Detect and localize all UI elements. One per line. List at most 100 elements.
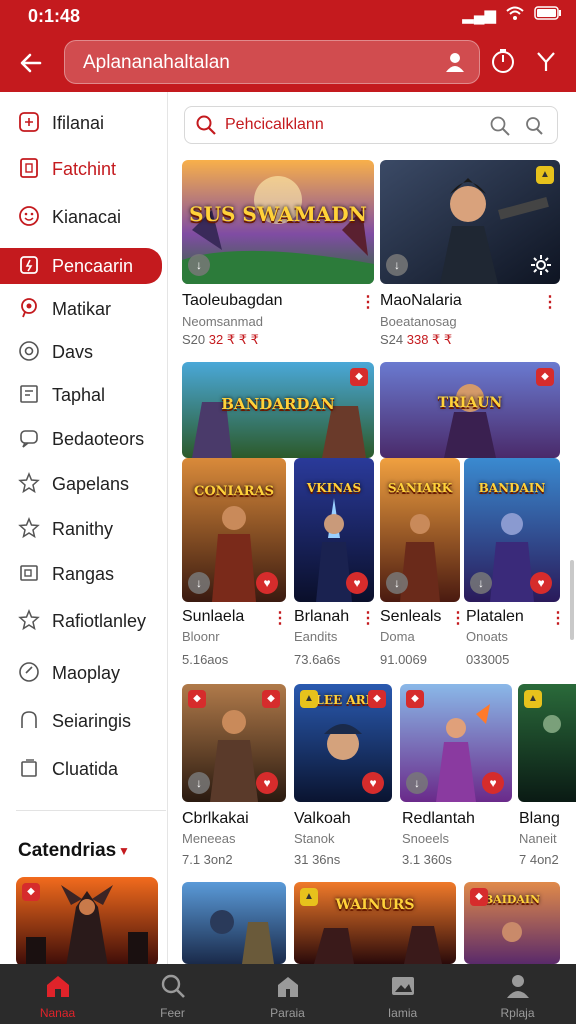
game-banner[interactable]: TRIAUN ◆: [380, 362, 560, 458]
sidebar-item-label: Gapelans: [52, 474, 130, 494]
nav-library[interactable]: Paraia: [230, 964, 345, 1024]
sidebar-item-8[interactable]: Gapelans: [0, 466, 168, 502]
game-title-art: WAINURS: [335, 896, 415, 913]
game-title[interactable]: Sunlaela: [182, 608, 244, 626]
game-card[interactable]: ◆ ◆ ↓ ♥: [182, 684, 286, 802]
game-card[interactable]: SANIARK ↓: [380, 458, 460, 602]
play-icon[interactable]: ↓: [188, 772, 210, 794]
status-time: 0:1:48: [28, 6, 81, 26]
home-icon: [44, 972, 72, 1000]
game-title[interactable]: MaoNalaria: [380, 292, 462, 310]
game-card[interactable]: ▲ ↓: [380, 160, 560, 284]
user-icon[interactable]: [443, 50, 467, 74]
game-title[interactable]: Senleals: [380, 608, 441, 626]
game-price: 033005: [466, 652, 510, 667]
nav-profile[interactable]: Rplaja: [460, 964, 575, 1024]
game-title[interactable]: Platalen: [466, 608, 524, 626]
nav-label: Iamia: [387, 1006, 418, 1020]
heart-icon[interactable]: ♥: [530, 572, 552, 594]
sidebar-item-14[interactable]: Cluatida: [0, 751, 168, 787]
filter-icon[interactable]: [532, 47, 562, 77]
sidebar-item-1[interactable]: Fatchint: [0, 151, 168, 187]
game-title[interactable]: Brlanah: [294, 608, 349, 626]
sidebar-item-3[interactable]: Pencaarin: [0, 248, 162, 284]
heart-icon[interactable]: ♥: [256, 772, 278, 794]
more-icon[interactable]: ⋮: [550, 608, 566, 628]
game-title-art: TRIAUN: [437, 394, 503, 411]
game-title[interactable]: Cbrlkakai: [182, 810, 249, 828]
timer-icon[interactable]: [489, 47, 519, 77]
sidebar-item-0[interactable]: Ifilanai: [0, 105, 168, 141]
game-card[interactable]: ▲: [518, 684, 576, 802]
game-price: 31 36ns: [294, 852, 341, 867]
more-icon[interactable]: ⋮: [272, 608, 288, 628]
game-price: 7 4on2: [519, 852, 559, 867]
profile-search-icon[interactable]: [523, 115, 545, 137]
nav-label: Rplaja: [500, 1006, 535, 1020]
sidebar-item-label: Fatchint: [52, 159, 117, 179]
game-banner[interactable]: BANDARDAN ◆: [182, 362, 374, 458]
nav-media[interactable]: Iamia: [345, 964, 460, 1024]
game-title[interactable]: Valkoah: [294, 810, 351, 828]
game-title[interactable]: Blang: [519, 810, 560, 828]
image-icon: [389, 972, 417, 1000]
sidebar-item-10[interactable]: Rangas: [0, 556, 168, 592]
box-icon: [18, 562, 42, 586]
heart-icon[interactable]: ♥: [346, 572, 368, 594]
more-icon[interactable]: ⋮: [542, 292, 558, 312]
scrollbar[interactable]: [570, 560, 574, 640]
nav-home[interactable]: Nanaa: [0, 964, 115, 1024]
more-icon[interactable]: ⋮: [360, 608, 376, 628]
play-icon[interactable]: ↓: [188, 254, 210, 276]
sidebar-item-2[interactable]: Kianacai: [0, 199, 168, 235]
sidebar-item-5[interactable]: Davs: [0, 334, 168, 370]
game-card[interactable]: CONIARAS ↓ ♥: [182, 458, 286, 602]
sidebar-item-6[interactable]: Taphal: [0, 377, 168, 413]
game-card[interactable]: ◆ ↓ ♥: [400, 684, 512, 802]
play-icon[interactable]: ↓: [386, 254, 408, 276]
sidebar-item-13[interactable]: Seiaringis: [0, 703, 168, 739]
game-card[interactable]: SUS SWAMADN ↓: [182, 160, 374, 284]
game-card[interactable]: [182, 882, 286, 964]
sidebar-item-7[interactable]: Bedaoteors: [0, 421, 168, 457]
house-icon: [274, 972, 302, 1000]
game-card[interactable]: VKINAS ♥: [294, 458, 374, 602]
game-title-art: BANDARDAN: [221, 394, 335, 413]
more-icon[interactable]: ⋮: [360, 292, 376, 312]
app-search-field[interactable]: Aplananahaltalan: [64, 40, 480, 84]
sidebar-item-9[interactable]: Ranithy: [0, 511, 168, 547]
tag-icon: [18, 111, 42, 135]
game-card[interactable]: BAIDAIN ◆: [464, 882, 560, 964]
heart-icon[interactable]: ♥: [482, 772, 504, 794]
play-icon[interactable]: ↓: [406, 772, 428, 794]
face-icon: [18, 205, 42, 229]
nav-search[interactable]: Feer: [115, 964, 230, 1024]
sidebar-item-12[interactable]: Maoplay: [0, 655, 168, 691]
badge-icon: ◆: [262, 690, 280, 708]
sidebar-item-4[interactable]: Matikar: [0, 291, 168, 327]
heart-icon[interactable]: ♥: [362, 772, 384, 794]
game-title[interactable]: Taoleubagdan: [182, 292, 283, 310]
chevron-down-icon[interactable]: ▼: [118, 844, 130, 858]
game-title[interactable]: Redlantah: [402, 810, 475, 828]
check-icon: [18, 661, 42, 685]
back-arrow-icon[interactable]: [14, 46, 48, 80]
category-thumbnail[interactable]: ◆: [16, 877, 158, 967]
gear-icon[interactable]: [530, 254, 552, 276]
sidebar-item-11[interactable]: Rafiotlanley: [0, 603, 168, 639]
game-card[interactable]: ALEE ARIS ▲ ◆ ♥: [294, 684, 392, 802]
search-icon[interactable]: [489, 115, 511, 137]
heart-icon[interactable]: ♥: [256, 572, 278, 594]
game-card[interactable]: WAINURS ▲: [294, 882, 456, 964]
more-icon[interactable]: ⋮: [450, 608, 466, 628]
main-search-field[interactable]: Pehcicalklann: [184, 106, 558, 144]
play-icon[interactable]: ↓: [386, 572, 408, 594]
game-card[interactable]: BANDAIN ↓ ♥: [464, 458, 560, 602]
categories-title[interactable]: Catendrias: [18, 840, 116, 862]
play-icon[interactable]: ↓: [470, 572, 492, 594]
nav-label: Feer: [160, 1006, 185, 1020]
play-icon[interactable]: ↓: [188, 572, 210, 594]
sidebar-item-label: Rangas: [52, 564, 115, 584]
app-search-text: Aplananahaltalan: [83, 52, 230, 73]
sidebar-item-label: Kianacai: [52, 207, 122, 227]
